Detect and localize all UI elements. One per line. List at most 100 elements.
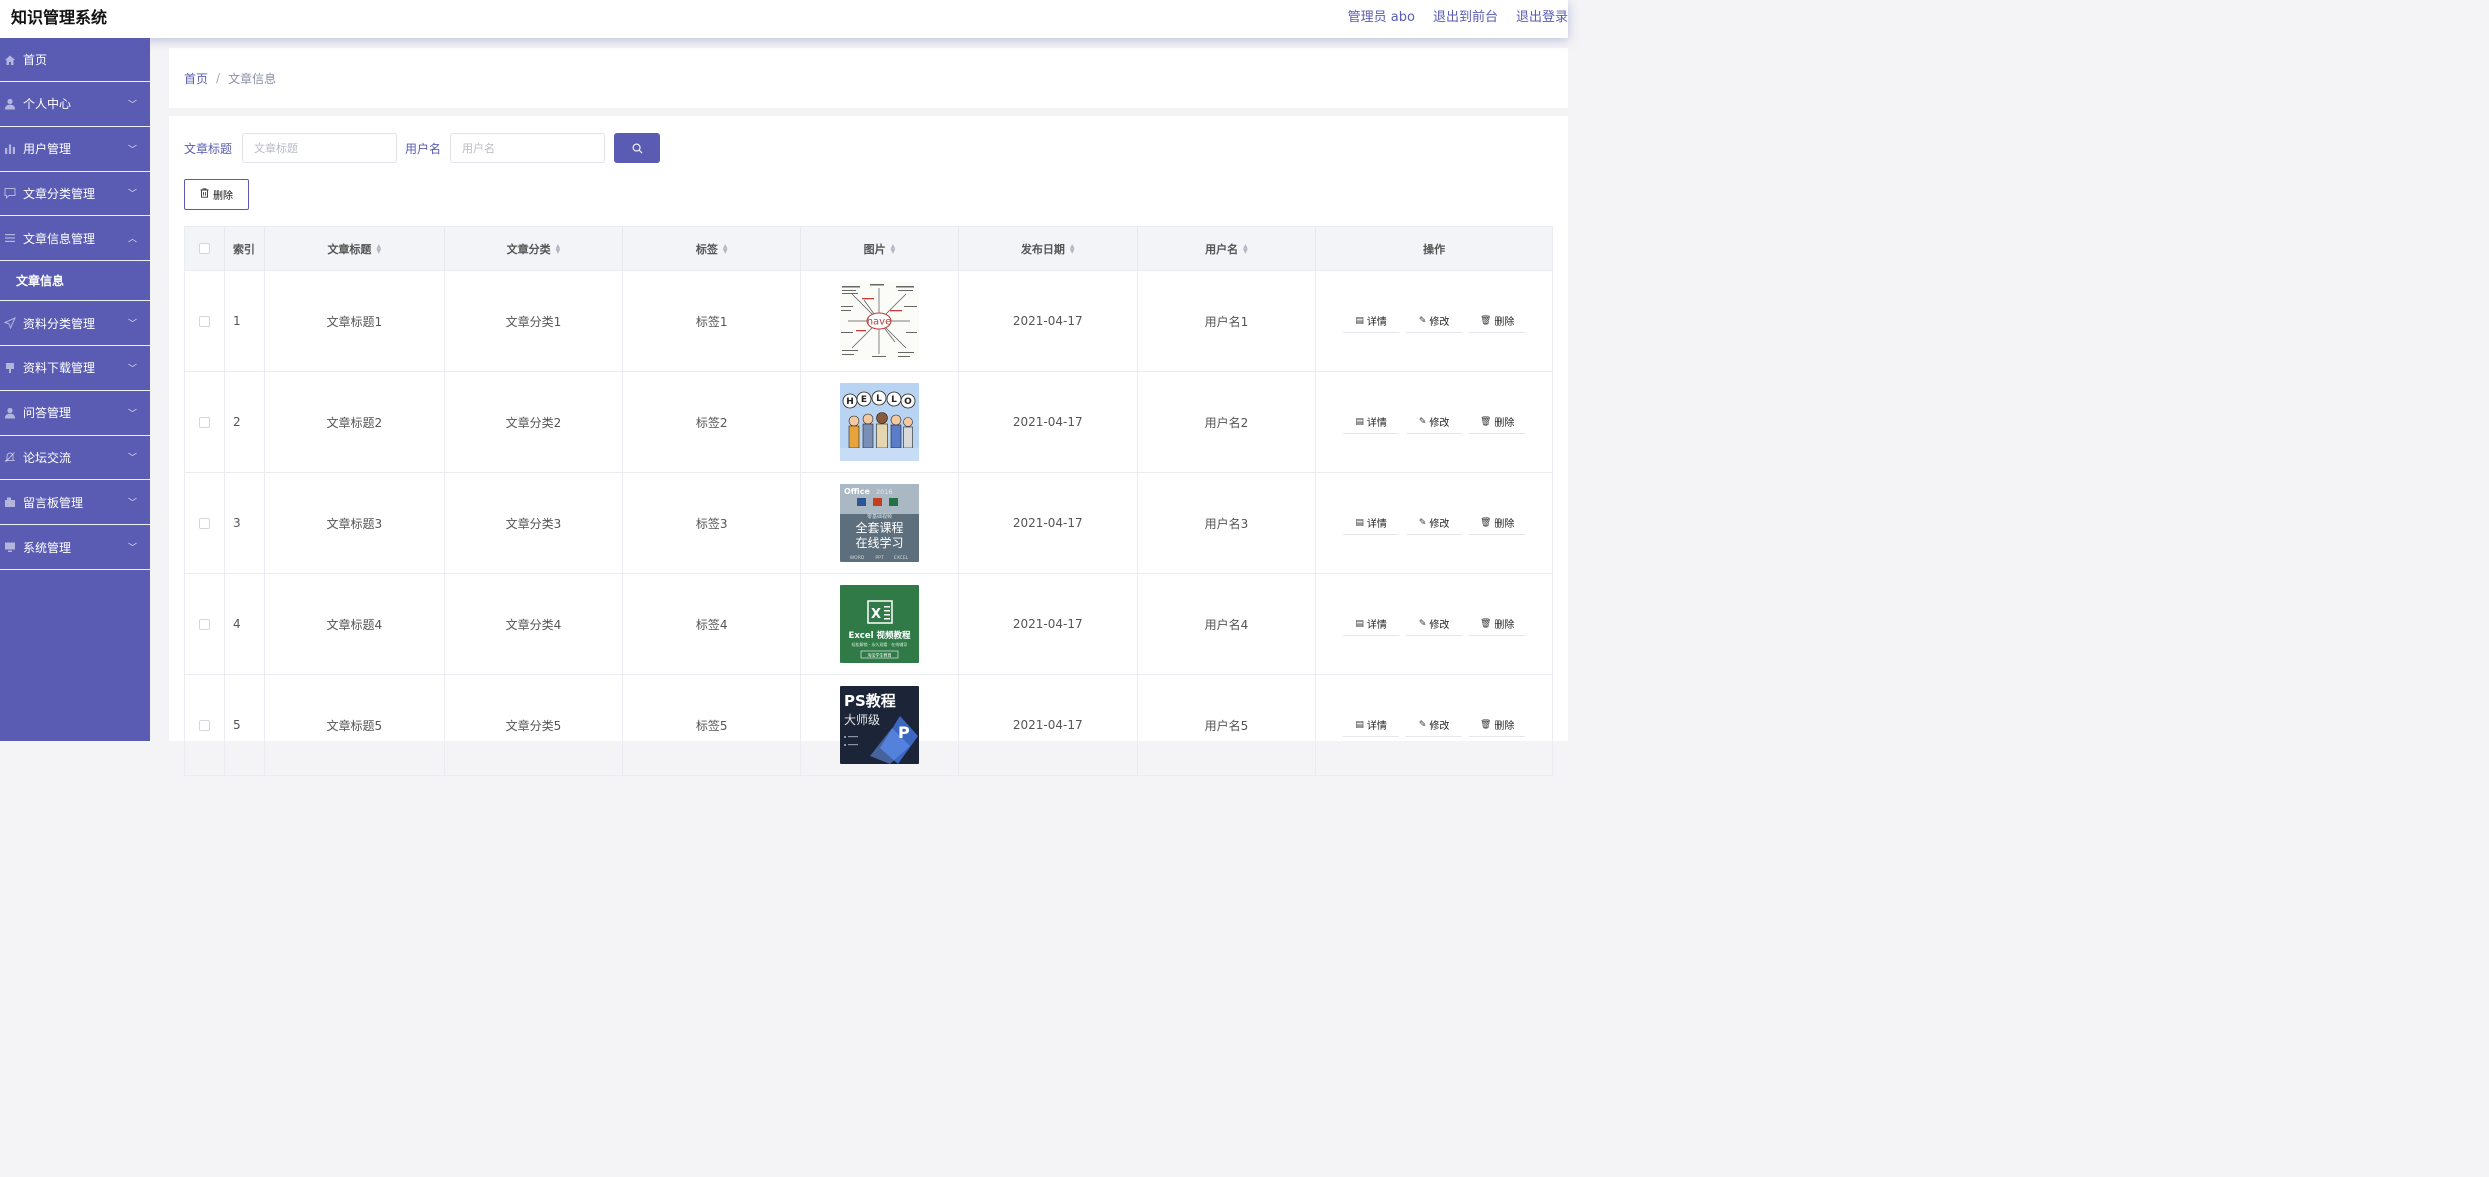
download-icon <box>4 362 16 374</box>
cell-tag: 标签5 <box>623 675 802 775</box>
sidebar-item-system-management[interactable]: 系统管理 ﹀ <box>0 525 150 570</box>
header-image[interactable]: 图片 ▲ ▼ <box>801 227 959 270</box>
delete-button[interactable]: 🗑 删除 <box>1469 612 1526 636</box>
edit-button[interactable]: ✎ 修改 <box>1406 511 1463 535</box>
sort-icon[interactable]: ▲ ▼ <box>556 243 561 254</box>
sidebar-item-home[interactable]: 首页 <box>0 38 150 82</box>
detail-button[interactable]: ▤ 详情 <box>1343 309 1400 333</box>
breadcrumb: 首页 / 文章信息 <box>169 48 1568 108</box>
exit-to-front-link[interactable]: 退出到前台 <box>1433 6 1498 25</box>
cell-tag: 标签4 <box>623 574 802 674</box>
sidebar-item-message-board[interactable]: 留言板管理 ﹀ <box>0 480 150 526</box>
cell-actions: ▤ 详情 ✎ 修改 🗑 删除 <box>1316 271 1552 371</box>
thumbnail-text: PPT <box>875 555 883 561</box>
detail-button[interactable]: ▤ 详情 <box>1343 713 1400 737</box>
select-all-checkbox[interactable] <box>198 243 210 254</box>
row-checkbox[interactable] <box>198 416 210 428</box>
header-date[interactable]: 发布日期 ▲ ▼ <box>959 227 1138 270</box>
sort-icon[interactable]: ▲ ▼ <box>891 243 896 254</box>
thumbnail-text: X <box>871 607 881 622</box>
column-label: 发布日期 <box>1020 242 1065 256</box>
search-icon <box>632 139 643 158</box>
breadcrumb-home-link[interactable]: 首页 <box>184 70 208 87</box>
cell-date: 2021-04-17 <box>959 675 1138 775</box>
header-category[interactable]: 文章分类 ▲ ▼ <box>445 227 624 270</box>
thumbnail-text: L <box>891 395 897 405</box>
article-thumbnail[interactable]: H E L L O <box>839 383 919 461</box>
delete-button[interactable]: 🗑 删除 <box>1469 511 1526 535</box>
sidebar-item-material-category[interactable]: 资料分类管理 ﹀ <box>0 301 150 346</box>
cell-actions: ▤ 详情 ✎ 修改 🗑 删除 <box>1316 574 1552 674</box>
article-thumbnail[interactable]: have <box>839 282 919 360</box>
sort-icon[interactable]: ▲ ▼ <box>723 243 728 254</box>
edit-button[interactable]: ✎ 修改 <box>1406 713 1463 737</box>
sidebar-item-label: 文章信息管理 <box>23 231 96 246</box>
username-filter-label: 用户名 <box>405 141 442 156</box>
article-thumbnail[interactable]: Office 2016 零基础视频 全套课程 在线学习 WORD PPT EXC… <box>839 484 919 562</box>
row-checkbox[interactable] <box>198 315 210 327</box>
cell-actions: ▤ 详情 ✎ 修改 🗑 删除 <box>1316 372 1552 472</box>
username-search-input[interactable] <box>450 133 606 163</box>
header-title[interactable]: 文章标题 ▲ ▼ <box>265 227 445 270</box>
table-row: 3 文章标题3 文章分类3 标签3 Office 2016 零基础视频 全套课程… <box>184 473 1553 574</box>
row-select <box>185 271 225 371</box>
header-username[interactable]: 用户名 ▲ ▼ <box>1138 227 1317 270</box>
thumbnail-text: 轻松解锁 · 永久观看 · 在线辅导 <box>852 641 908 647</box>
title-search-input[interactable] <box>242 133 398 163</box>
sidebar-item-material-download[interactable]: 资料下载管理 ﹀ <box>0 346 150 391</box>
home-icon <box>4 54 16 66</box>
cell-date: 2021-04-17 <box>959 473 1138 573</box>
sidebar-item-article-info[interactable]: 文章信息管理 ︿ <box>0 216 150 262</box>
header-tag[interactable]: 标签 ▲ ▼ <box>623 227 802 270</box>
cell-actions: ▤ 详情 ✎ 修改 🗑 删除 <box>1316 473 1552 573</box>
article-thumbnail[interactable]: X Excel 视频教程 轻松解锁 · 永久观看 · 在线辅导 淘宝学生教育 <box>839 585 919 663</box>
sidebar-item-personal-center[interactable]: 个人中心 ﹀ <box>0 82 150 127</box>
header-links: 管理员 abo 退出到前台 退出登录 <box>1348 6 1568 25</box>
cell-date: 2021-04-17 <box>959 372 1138 472</box>
sidebar-item-qa-management[interactable]: 问答管理 ﹀ <box>0 391 150 436</box>
detail-button[interactable]: ▤ 详情 <box>1343 511 1400 535</box>
delete-button[interactable]: 🗑 删除 <box>1469 713 1526 737</box>
cell-title: 文章标题3 <box>265 473 445 573</box>
admin-user-label[interactable]: 管理员 abo <box>1348 6 1415 25</box>
sidebar-item-user-management[interactable]: 用户管理 ﹀ <box>0 127 150 172</box>
app-title: 知识管理系统 <box>11 8 108 27</box>
sidebar-item-forum[interactable]: 论坛交流 ﹀ <box>0 436 150 481</box>
sidebar-item-label: 留言板管理 <box>23 495 84 510</box>
table-header: 索引 文章标题 ▲ ▼ 文章分类 ▲ ▼ 标签 ▲ ▼ 图片 ▲ ▼ 发布日期 ▲ ▼ 用户名 ▲ ▼ … <box>184 226 1553 271</box>
title-filter-label: 文章标题 <box>184 141 233 156</box>
header-select-all <box>185 227 225 270</box>
sidebar-item-label: 资料下载管理 <box>23 361 96 376</box>
bar-chart-icon <box>4 143 16 155</box>
sidebar-item-article-category[interactable]: 文章分类管理 ﹀ <box>0 172 150 217</box>
article-thumbnail[interactable]: PS教程 大师级 P <box>839 686 919 764</box>
delete-button[interactable]: 🗑 删除 <box>1469 410 1526 434</box>
cell-username: 用户名2 <box>1138 372 1317 472</box>
edit-button[interactable]: ✎ 修改 <box>1406 410 1463 434</box>
table-row: 1 文章标题1 文章分类1 标签1 have 2021-04-17 用户名1 ▤… <box>184 271 1553 372</box>
sort-icon[interactable]: ▲ ▼ <box>1243 243 1248 254</box>
sort-icon[interactable]: ▲ ▼ <box>1070 243 1075 254</box>
action-label: 修改 <box>1429 317 1450 328</box>
cell-actions: ▤ 详情 ✎ 修改 🗑 删除 <box>1316 675 1552 775</box>
sidebar-item-label: 文章分类管理 <box>23 186 96 201</box>
logout-link[interactable]: 退出登录 <box>1516 6 1568 25</box>
detail-button[interactable]: ▤ 详情 <box>1343 612 1400 636</box>
edit-button[interactable]: ✎ 修改 <box>1406 612 1463 636</box>
delete-button[interactable]: 🗑 删除 <box>1469 309 1526 333</box>
search-button[interactable] <box>614 133 661 163</box>
pencil-icon: ✎ <box>1418 416 1427 427</box>
monitor-icon <box>4 541 16 553</box>
column-label: 索引 <box>232 242 255 256</box>
detail-button[interactable]: ▤ 详情 <box>1343 410 1400 434</box>
sort-icon[interactable]: ▲ ▼ <box>376 243 381 254</box>
row-checkbox[interactable] <box>198 719 210 731</box>
row-checkbox[interactable] <box>198 618 210 630</box>
edit-button[interactable]: ✎ 修改 <box>1406 309 1463 333</box>
row-checkbox[interactable] <box>198 517 210 529</box>
cell-image: X Excel 视频教程 轻松解锁 · 永久观看 · 在线辅导 淘宝学生教育 <box>801 574 959 674</box>
user-icon <box>4 407 16 419</box>
batch-delete-button[interactable]: 删除 <box>184 179 249 210</box>
cell-username: 用户名4 <box>1138 574 1317 674</box>
sidebar-subitem-article-info[interactable]: 文章信息 <box>0 261 150 302</box>
